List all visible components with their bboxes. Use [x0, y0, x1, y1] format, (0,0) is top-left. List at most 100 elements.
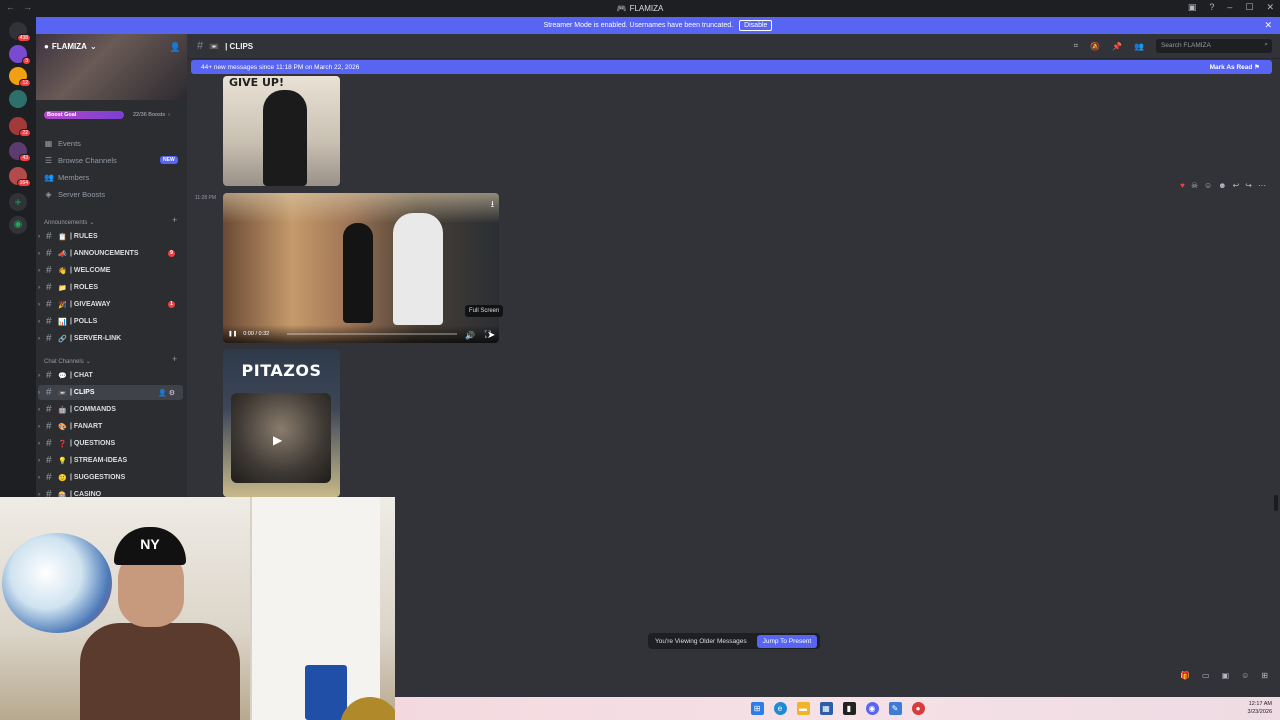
emoji-icon[interactable]: ☺ [1241, 671, 1249, 680]
download-icon[interactable]: ⭳ [491, 197, 494, 213]
channel-announcements[interactable]: › # 📣 | ANNOUNCEMENTS 9 [38, 246, 183, 261]
server-icon[interactable]: 164 [9, 167, 31, 187]
create-channel-icon[interactable]: + [172, 215, 177, 225]
channel-stream-ideas[interactable]: › # 💡 | STREAM-IDEAS [38, 453, 183, 468]
channel-emoji: 📁 [58, 284, 67, 292]
invite-people-icon[interactable]: 👤 [170, 42, 181, 53]
laugh-reaction-icon[interactable]: ☺ [1204, 181, 1212, 190]
threads-icon[interactable]: ⌗ [1074, 41, 1079, 51]
apps-icon[interactable]: ⊞ [1261, 671, 1268, 680]
disable-streamer-mode-button[interactable]: Disable [739, 20, 773, 31]
sidebar-item-events[interactable]: ▦ Events [44, 136, 81, 150]
channel-rules[interactable]: › # 📋 | RULES [38, 229, 183, 244]
search-icon: ⌕ [1264, 41, 1268, 48]
app-icon[interactable]: ● [911, 702, 925, 715]
scrollbar[interactable] [1274, 495, 1278, 511]
server-icon[interactable] [9, 90, 27, 108]
channel-fanart[interactable]: › # 🎨 | FANART [38, 419, 183, 434]
video-progress-bar[interactable] [287, 333, 457, 335]
clip-thumbnail[interactable]: GIVE UP! [223, 76, 340, 186]
sidebar-item-label: Server Boosts [58, 189, 106, 199]
server-icon[interactable]: 3 [9, 45, 31, 65]
gear-icon[interactable]: ⚙ [169, 390, 175, 397]
direct-messages-icon[interactable]: 438 [9, 22, 31, 42]
channel-label: | FANART [70, 423, 103, 430]
edge-icon[interactable]: e [773, 702, 787, 715]
system-clock[interactable]: 12:17 AM 3/23/2026 [1248, 700, 1272, 716]
close-window-icon[interactable]: ✕ [1266, 2, 1274, 13]
channel-label: | COMMANDS [70, 406, 116, 413]
volume-icon[interactable]: 🔊 [465, 331, 475, 340]
start-icon[interactable]: ⊞ [750, 702, 764, 715]
sticker-icon[interactable]: ▣ [1222, 671, 1230, 680]
minimize-icon[interactable]: – [1227, 2, 1232, 13]
channel-suggestions[interactable]: › # 🙂 | SUGGESTIONS [38, 470, 183, 485]
file-explorer-icon[interactable]: ▬ [796, 702, 810, 715]
server-icon[interactable]: 12 [9, 67, 31, 87]
channel-chat[interactable]: › # 💬 | CHAT [38, 368, 183, 383]
pause-icon[interactable]: ❚❚ [228, 331, 237, 337]
gif-icon[interactable]: ▭ [1202, 671, 1210, 680]
older-messages-text: You're Viewing Older Messages [655, 637, 747, 645]
sidebar-item-members[interactable]: 👥 Members [44, 170, 89, 184]
server-icon[interactable]: 43 [9, 142, 31, 162]
sidebar-item-server-boosts[interactable]: ◈ Server Boosts [44, 187, 105, 201]
channel-welcome[interactable]: › # 👋 | WELCOME [38, 263, 183, 278]
forward-arrow-icon[interactable]: → [23, 2, 32, 12]
maximize-icon[interactable]: ☐ [1245, 2, 1253, 13]
video-frame [223, 193, 499, 223]
video-player[interactable]: ⭳ ❚❚ 0:00 / 0:32 🔊 ⛶ [223, 193, 499, 343]
skull-reaction-icon[interactable]: ☠ [1191, 181, 1198, 190]
forward-icon[interactable]: ↪ [1245, 181, 1252, 190]
inbox-icon[interactable]: ▣ [1188, 2, 1197, 13]
mention-badge: 9 [168, 250, 175, 257]
category-header[interactable]: Chat Channels ⌄ [44, 358, 91, 366]
help-icon[interactable]: ? [1209, 2, 1214, 13]
search-input[interactable]: Search FLAMIZA ⌕ [1156, 39, 1272, 53]
channel-roles[interactable]: › # 📁 | ROLES [38, 280, 183, 295]
discord-icon[interactable]: ◉ [865, 702, 879, 715]
boost-goal-bar[interactable]: Boost Goal 22/36 Boosts › [44, 110, 179, 120]
calculator-icon[interactable]: ▦ [819, 702, 833, 715]
more-options-icon[interactable]: ⋯ [1258, 181, 1266, 190]
category-label: Announcements [44, 219, 88, 226]
create-channel-icon[interactable]: + [172, 354, 177, 364]
channel-questions[interactable]: › # ❓ | QUESTIONS [38, 436, 183, 451]
server-verified-icon: ● [44, 42, 49, 51]
chevron-right-icon: › [38, 335, 40, 342]
channel-commands[interactable]: › # 🤖 | COMMANDS [38, 402, 183, 417]
rail-badge: 3 [22, 57, 31, 65]
server-banner[interactable]: ● FLAMIZA ⌄ 👤 [36, 34, 187, 100]
member-list-icon[interactable]: 👥 [1134, 42, 1144, 51]
sidebar-item-label: Browse Channels [58, 155, 117, 165]
fullscreen-tooltip: Full Screen [465, 305, 504, 317]
invite-icon[interactable]: 👤 [158, 390, 167, 397]
category-label: Chat Channels [44, 358, 84, 365]
discover-icon[interactable]: ◉ [9, 216, 27, 234]
sidebar-item-browse-channels[interactable]: ☰ Browse Channels NEW [44, 153, 184, 167]
play-icon[interactable]: ▶ [273, 433, 282, 447]
channel-clips[interactable]: › # 📼 | CLIPS 👤 ⚙ [38, 385, 183, 400]
pin-icon[interactable]: 📌 [1112, 42, 1122, 51]
channel-giveaway[interactable]: › # 🎉 | GIVEAWAY 1 [38, 297, 183, 312]
back-arrow-icon[interactable]: ← [6, 2, 15, 12]
close-banner-icon[interactable]: ✕ [1264, 20, 1272, 31]
app-icon[interactable]: ✎ [888, 702, 902, 715]
server-icon[interactable]: 22 [9, 117, 31, 137]
add-reaction-icon[interactable]: ☻ [1218, 181, 1226, 190]
category-header[interactable]: Announcements ⌄ [44, 219, 94, 227]
reply-icon[interactable]: ↩ [1233, 181, 1240, 190]
jump-to-present-button[interactable]: Jump To Present [756, 634, 818, 648]
gift-icon[interactable]: 🎁 [1180, 671, 1190, 680]
add-server-icon[interactable]: + [9, 193, 27, 211]
webcam-person-body [80, 623, 240, 720]
heart-reaction-icon[interactable]: ♥ [1180, 181, 1185, 190]
channel-polls[interactable]: › # 📊 | POLLS [38, 314, 183, 329]
mark-as-read-button[interactable]: Mark As Read ⚑ [1210, 63, 1260, 71]
channel-server-link[interactable]: › # 🔗 | SERVER-LINK [38, 331, 183, 346]
clip-thumbnail[interactable]: PITAZOS ▶ [223, 349, 340, 497]
notification-bell-icon[interactable]: 🔕 [1090, 42, 1100, 51]
terminal-icon[interactable]: ▮ [842, 702, 856, 715]
server-name[interactable]: ● FLAMIZA ⌄ [44, 42, 97, 51]
new-messages-bar[interactable]: 44+ new messages since 11:18 PM on March… [191, 60, 1272, 74]
